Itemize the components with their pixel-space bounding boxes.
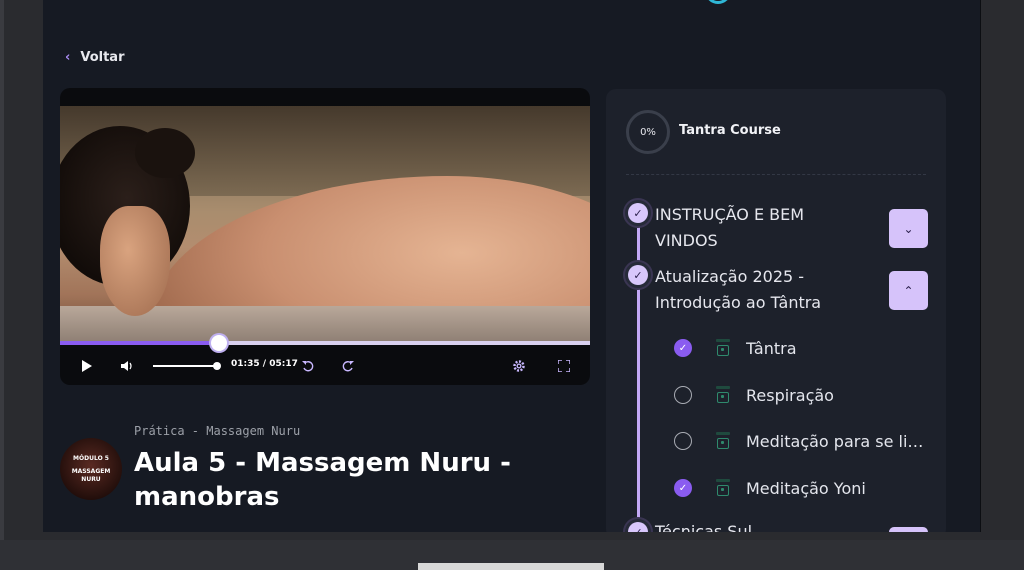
chevron-up-icon: ⌃ (903, 283, 914, 298)
module-status-node: ✓ (623, 198, 653, 228)
play-icon (81, 360, 92, 372)
rewind-icon (302, 361, 314, 372)
forward-icon (342, 361, 354, 372)
volume-button[interactable] (118, 359, 136, 373)
module-title[interactable]: Técnicas Sul... (655, 519, 845, 532)
video-lesson-icon (716, 479, 730, 497)
volume-slider[interactable] (153, 362, 221, 370)
lesson-info: MÓDULO 5 MASSAGEM NURU Prática - Massage… (60, 420, 600, 530)
taskbar-tab[interactable] (418, 563, 604, 570)
completed-check-icon: ✓ (674, 479, 692, 497)
lesson-category: Prática - Massagem Nuru (134, 424, 301, 438)
video-progress-bar[interactable] (60, 335, 590, 351)
forward-button[interactable] (340, 359, 356, 373)
video-progress-fill (60, 341, 219, 345)
check-icon: ✓ (628, 522, 648, 532)
course-player-page: ‹ Voltar 01:35 / 05:17 MÓDULO 5 MASSAGEM… (43, 0, 981, 532)
fullscreen-button[interactable] (556, 358, 572, 374)
lesson-item[interactable]: Meditação para se liv... (674, 426, 939, 456)
chevron-left-icon: ‹ (65, 50, 71, 65)
volume-knob[interactable] (213, 362, 221, 370)
lesson-item-label: Tântra (746, 338, 797, 358)
module-title[interactable]: INSTRUÇÃO E BEM VINDOS (655, 202, 845, 254)
loading-ring-icon (705, 0, 731, 4)
module-status-node: ✓ (623, 517, 653, 532)
incomplete-circle-icon (674, 432, 692, 450)
course-sidebar: 0% Tantra Course ✓ INSTRUÇÃO E BEM VINDO… (606, 89, 946, 532)
thumb-line-2: MASSAGEM (71, 468, 111, 475)
window-frame (0, 0, 4, 570)
gear-icon (513, 360, 525, 372)
back-link[interactable]: ‹ Voltar (65, 50, 125, 65)
volume-icon (121, 361, 132, 371)
module-timeline (637, 209, 640, 532)
module-status-node: ✓ (623, 260, 653, 290)
lesson-item-label: Meditação Yoni (746, 478, 866, 498)
lesson-item[interactable]: Respiração (674, 380, 939, 410)
player-controls: 01:35 / 05:17 HD (60, 354, 590, 378)
course-progress-ring: 0% (626, 110, 670, 154)
video-frame[interactable] (60, 106, 590, 342)
video-lesson-icon (716, 386, 730, 404)
video-time: 01:35 / 05:17 (231, 359, 298, 369)
video-player[interactable]: 01:35 / 05:17 HD (60, 88, 590, 385)
incomplete-circle-icon (674, 386, 692, 404)
settings-button[interactable]: HD (510, 358, 528, 374)
video-lesson-icon (716, 339, 730, 357)
lesson-item-label: Meditação para se liv... (746, 431, 926, 451)
divider (626, 174, 926, 175)
module-title[interactable]: Atualização 2025 - Introdução ao Tântra (655, 264, 845, 316)
volume-fill (153, 365, 217, 367)
course-progress-label: 0% (640, 126, 656, 138)
module-toggle-button[interactable]: ⌄ (889, 209, 928, 248)
check-icon: ✓ (628, 203, 648, 223)
lesson-item[interactable]: ✓ Meditação Yoni (674, 473, 939, 503)
lesson-item-label: Respiração (746, 385, 834, 405)
video-lesson-icon (716, 432, 730, 450)
module-toggle-button[interactable]: ⌃ (889, 271, 928, 310)
lesson-thumbnail: MÓDULO 5 MASSAGEM NURU (60, 438, 122, 500)
back-label: Voltar (80, 50, 125, 65)
thumb-line-1: MÓDULO 5 (73, 455, 109, 462)
course-name: Tantra Course (679, 123, 781, 138)
completed-check-icon: ✓ (674, 339, 692, 357)
lesson-title: Aula 5 - Massagem Nuru - manobras (134, 448, 511, 512)
play-button[interactable] (78, 359, 94, 373)
video-progress-knob[interactable] (211, 335, 227, 351)
module-toggle-button[interactable]: ⌄ (889, 527, 928, 532)
rewind-button[interactable] (300, 359, 316, 373)
thumb-line-3: NURU (81, 476, 101, 483)
check-icon: ✓ (628, 265, 648, 285)
lesson-item[interactable]: ✓ Tântra (674, 333, 939, 363)
fullscreen-icon (558, 360, 570, 372)
chevron-down-icon: ⌄ (903, 221, 914, 236)
